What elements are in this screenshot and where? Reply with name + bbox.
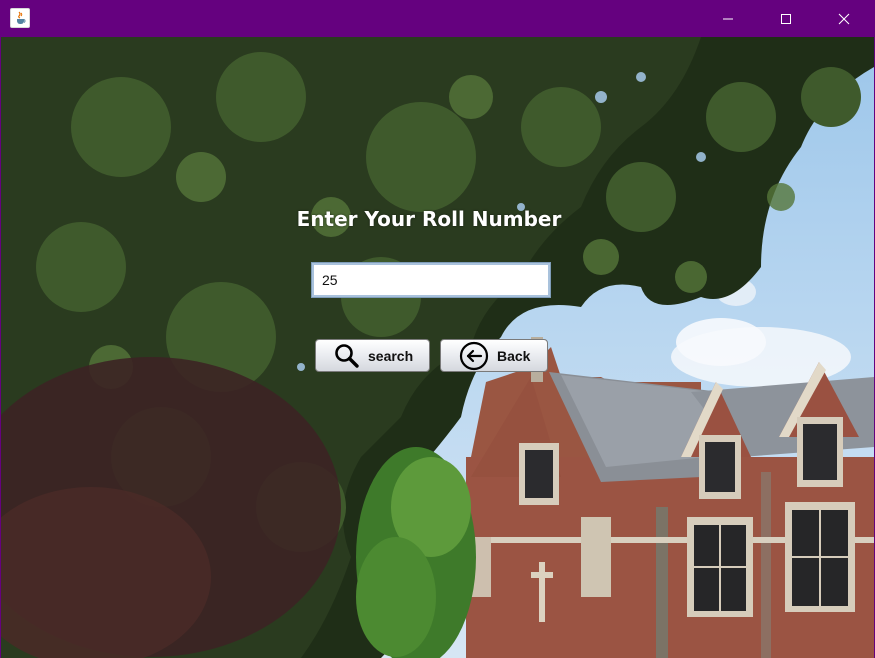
search-button[interactable]: search	[315, 339, 430, 372]
java-app-icon	[10, 8, 30, 28]
search-button-label: search	[368, 347, 414, 364]
roll-number-input[interactable]	[311, 262, 551, 298]
back-arrow-icon	[459, 341, 489, 370]
minimize-icon	[723, 18, 733, 19]
roll-number-heading: Enter Your Roll Number	[296, 207, 562, 231]
magnifier-icon	[335, 343, 359, 368]
close-button[interactable]	[815, 0, 873, 37]
content-panel	[1, 37, 874, 658]
window-titlebar[interactable]	[0, 0, 875, 37]
campus-background-image	[1, 37, 874, 658]
maximize-icon	[781, 13, 791, 24]
back-button[interactable]: Back	[440, 339, 548, 372]
close-icon	[838, 13, 850, 24]
back-button-label: Back	[497, 347, 531, 364]
maximize-button[interactable]	[757, 0, 815, 37]
minimize-button[interactable]	[699, 0, 757, 37]
